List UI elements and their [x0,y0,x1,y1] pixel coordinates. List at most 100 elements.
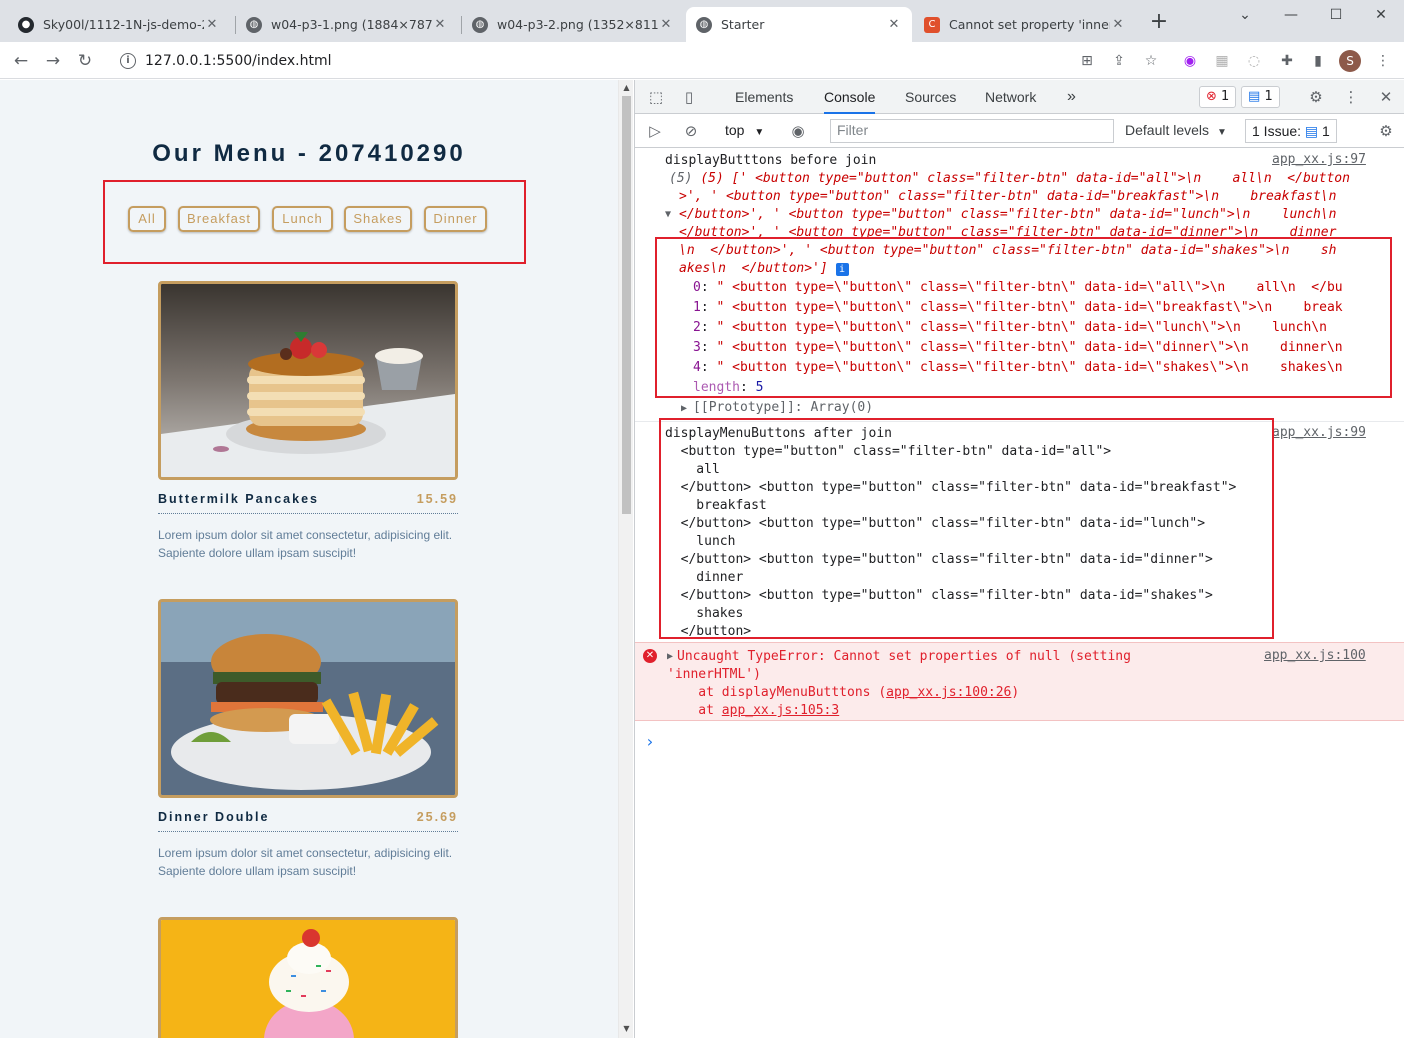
address-bar[interactable]: i 127.0.0.1:5500/index.html [108,46,1074,76]
inspect-element-icon[interactable]: ⬚ [645,86,667,108]
page-scrollbar[interactable]: ▲ ▼ [618,80,633,1038]
filter-button-dinner[interactable]: Dinner [424,206,487,232]
tab-network[interactable]: Network [985,80,1036,114]
source-link[interactable]: app_xx.js:99 [1272,425,1366,440]
translate-icon[interactable]: ⊞ [1077,51,1097,71]
extensions-puzzle-icon[interactable]: ✚ [1277,51,1297,71]
filter-button-breakfast[interactable]: Breakfast [178,206,260,232]
console-filter-input[interactable]: Filter [830,119,1114,143]
tab-search-icon[interactable]: ⌄ [1222,0,1268,30]
close-window-button[interactable]: ✕ [1358,0,1404,30]
array-preview-line: (5) (5) [' <button type="button" class="… [669,171,1350,186]
avatar[interactable]: S [1339,50,1361,72]
new-tab-button[interactable]: + [1146,10,1172,36]
reload-icon[interactable]: ↻ [72,48,98,74]
item-name: Buttermilk Pancakes [158,492,319,506]
console-log-title: displayButttons before join [665,153,877,168]
extension-circle-icon[interactable]: ◉ [1180,51,1200,71]
issues-count: 1 [1322,123,1330,139]
console-prompt-icon[interactable]: › [645,733,655,751]
scroll-down-arrow-icon[interactable]: ▼ [621,1024,632,1033]
tab-elements[interactable]: Elements [735,80,793,114]
browser-tab[interactable]: ◍ w04-p3-2.png (1352×811) ✕ [462,7,684,42]
error-icon: ⊗ [1206,89,1217,104]
item-price: 15.59 [416,492,458,506]
item-description: Lorem ipsum dolor sit amet consectetur, … [158,846,453,878]
menu-kebab-icon[interactable]: ⋮ [1373,51,1393,71]
filter-button-all[interactable]: All [128,206,166,232]
scroll-thumb[interactable] [622,96,631,514]
error-icon: ✕ [643,649,657,663]
annotation-highlight-box [655,237,1392,398]
codepen-c-icon: C [924,16,940,33]
scroll-up-arrow-icon[interactable]: ▲ [621,83,632,92]
page-title: Our Menu - 207410290 [152,140,466,167]
tab-title: w04-p3-2.png (1352×811) [497,17,658,32]
browser-tab[interactable]: C Cannot set property 'innerHT ✕ [914,7,1136,42]
issue-icon: ▤ [1304,123,1319,139]
filter-button-lunch[interactable]: Lunch [272,206,333,232]
close-icon[interactable]: ✕ [1110,17,1126,32]
item-price: 25.69 [416,810,458,824]
source-link[interactable]: app_xx.js:97 [1272,152,1366,167]
tab-console[interactable]: Console [824,80,876,114]
browser-toolbar: ← → ↻ i 127.0.0.1:5500/index.html ⊞ ⇪ ☆ … [0,42,1404,79]
back-icon[interactable]: ← [8,48,34,74]
log-levels-dropdown[interactable]: Default levels ▼ [1125,122,1227,138]
sidebar-toggle-icon[interactable]: ▷ [644,120,666,142]
close-devtools-icon[interactable]: ✕ [1375,86,1397,108]
console-settings-gear-icon[interactable]: ⚙ [1375,120,1397,142]
close-icon[interactable]: ✕ [658,17,674,32]
issues-button[interactable]: 1 Issue: ▤ 1 [1245,119,1337,143]
stack-link[interactable]: app_xx.js:100:26 [886,685,1011,700]
error-message: 'innerHTML') [667,667,761,682]
tab-title: Cannot set property 'innerHT [949,17,1110,32]
filter-button-shakes[interactable]: Shakes [344,206,412,232]
bookmark-star-icon[interactable]: ☆ [1141,51,1161,71]
more-tabs-icon[interactable]: » [1067,80,1076,114]
clear-console-icon[interactable]: ⊘ [680,120,702,142]
stack-link[interactable]: app_xx.js:105:3 [722,703,839,718]
devtools-menu-icon[interactable]: ⋮ [1340,86,1362,108]
browser-tab-strip: ● Sky00l/1112-1N-js-demo-2C ✕ ◍ w04-p3-1… [0,0,1404,42]
minimize-button[interactable]: — [1268,0,1314,30]
prototype-row[interactable]: ▶ [[Prototype]]: Array(0) [681,399,873,418]
close-icon[interactable]: ✕ [432,17,448,32]
forward-icon[interactable]: → [40,48,66,74]
maximize-button[interactable]: ☐ [1313,0,1359,30]
array-preview-line: </button>', ' <button type="button" clas… [679,207,1337,222]
info-icon[interactable]: i [120,53,136,69]
share-icon[interactable]: ⇪ [1109,51,1129,71]
globe-icon: ◍ [696,16,712,33]
menu-item: Dinner Double 25.69 Lorem ipsum dolor si… [158,599,458,880]
error-count-badge[interactable]: ⊗ 1 [1199,86,1237,108]
close-icon[interactable]: ✕ [886,17,902,32]
browser-tab[interactable]: ◍ w04-p3-1.png (1884×787) ✕ [236,7,458,42]
array-preview-line: >', ' <button type="button" class="filte… [679,189,1337,204]
side-panel-icon[interactable]: ▮ [1308,51,1328,71]
dropdown-arrow-icon: ▼ [754,127,765,138]
expand-triangle-icon[interactable]: ▼ [665,206,671,224]
url-text[interactable]: 127.0.0.1:5500/index.html [145,53,332,69]
browser-tab-active[interactable]: ◍ Starter ✕ [686,7,912,42]
device-toolbar-icon[interactable]: ▯ [678,86,700,108]
source-link[interactable]: app_xx.js:100 [1264,648,1366,663]
extension-grid-icon[interactable]: ▦ [1212,51,1232,71]
stack-frame: at displayMenuButttons (app_xx.js:100:26… [667,685,1020,700]
stack-frame: at app_xx.js:105:3 [667,703,840,718]
tab-title: Sky00l/1112-1N-js-demo-2C [43,17,204,32]
tab-sources[interactable]: Sources [905,80,956,114]
browser-tab[interactable]: ● Sky00l/1112-1N-js-demo-2C ✕ [8,7,230,42]
settings-gear-icon[interactable]: ⚙ [1305,86,1327,108]
item-name: Dinner Double [158,810,270,824]
collapsed-triangle-icon[interactable]: ▶ [667,648,673,666]
collapsed-triangle-icon[interactable]: ▶ [681,403,693,414]
context-selector[interactable]: top ▼ [725,122,764,138]
message-count-badge[interactable]: ▤ 1 [1241,86,1280,108]
close-icon[interactable]: ✕ [204,17,220,32]
log-levels-label: Default levels [1125,122,1210,138]
menu-item: Buttermilk Pancakes 15.59 Lorem ipsum do… [158,281,458,562]
menu-item [158,917,458,1038]
live-expression-eye-icon[interactable]: ◉ [787,120,809,142]
extension-eye-icon[interactable]: ◌ [1244,51,1264,71]
